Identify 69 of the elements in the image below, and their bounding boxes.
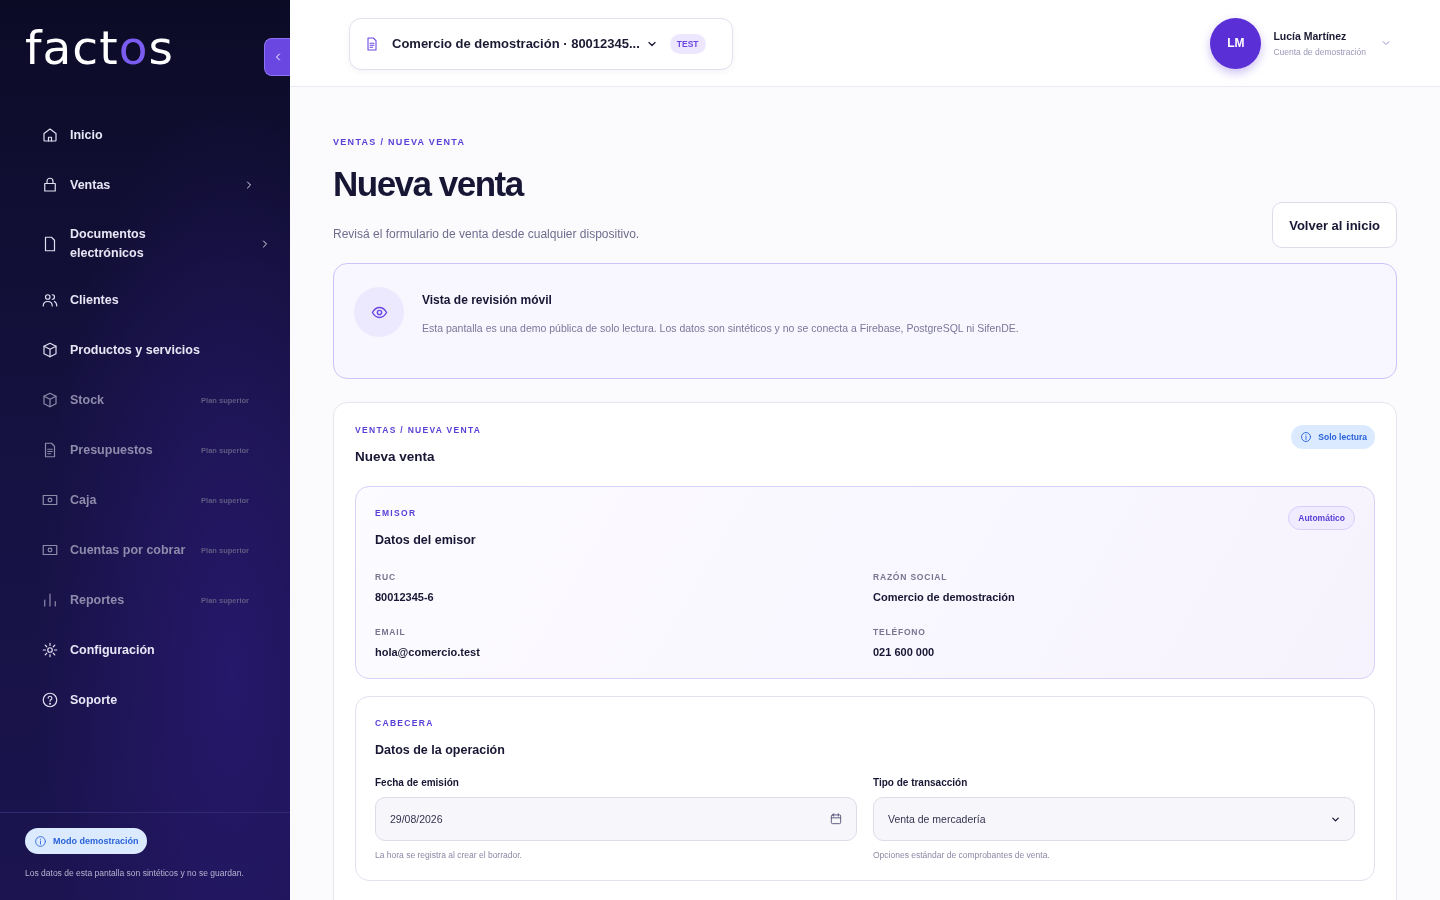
page-subtitle: Revisá el formulario de venta desde cualquier dispositivo. [333, 227, 640, 241]
sidebar-item-label: Caja [70, 491, 97, 509]
sidebar-item-label: Soporte [70, 691, 118, 709]
sidebar-item[interactable]: Soporte [41, 675, 271, 725]
field-value: Comercio de demostración [873, 591, 1016, 603]
section-title: Datos del emisor [375, 533, 476, 547]
sidebar-item-label: Reportes [70, 591, 125, 609]
sidebar-item[interactable]: Documentos electrónicos [41, 210, 271, 278]
section-title: Datos de la operación [375, 743, 505, 757]
sidebar-item-label: Stock [70, 391, 105, 409]
collapse-button[interactable] [264, 38, 290, 76]
sidebar-item-label: Cuentas por cobrar [70, 541, 186, 559]
document-icon [364, 35, 380, 52]
auto-badge: Automático [1288, 506, 1355, 530]
logo: factos [25, 26, 174, 70]
field-value: 80012345-6 [375, 591, 435, 603]
field-label: EMAIL [375, 627, 407, 637]
field-label: RUC [375, 572, 397, 582]
sidebar-item[interactable]: Clientes [41, 275, 271, 325]
company-selector[interactable]: Comercio de demostración · 80012345... TEST [349, 17, 733, 70]
avatar[interactable]: LM [1210, 17, 1262, 69]
sidebar-item-label: Ventas [70, 176, 111, 194]
box-icon [41, 391, 59, 409]
date-field[interactable]: 29/08/2026 [375, 797, 857, 841]
sidebar-item[interactable]: Productos y servicios [41, 325, 271, 375]
read-only-label: Solo lectura [1318, 432, 1367, 442]
field-label: TELÉFONO [873, 627, 927, 637]
breadcrumb: VENTAS / NUEVA VENTA [355, 425, 482, 435]
sidebar-item[interactable]: Inicio [41, 110, 271, 160]
sidebar-item-label: Presupuestos [70, 441, 153, 459]
notice-text: Esta pantalla es una demo pública de solo lectura. Los datos son sintéticos y no se conecta a Firebase, PostgreSQL ni SifenDE. [422, 322, 1019, 334]
demo-note: Los datos de esta pantalla son sintéticos y no se guardan. [25, 868, 245, 878]
account-type: Cuenta de demostración [1273, 46, 1366, 57]
sidebar-item[interactable]: Configuración [41, 625, 271, 675]
home-icon [41, 126, 59, 144]
back-button[interactable]: Volver al inicio [1272, 202, 1397, 248]
field-label: RAZÓN SOCIAL [873, 572, 949, 582]
notice-title: Vista de revisión móvil [422, 293, 553, 307]
sidebar-item-label: Inicio [70, 126, 103, 144]
users-icon [41, 291, 59, 309]
company-name: Comercio de demostración · 80012345... [392, 36, 640, 51]
sidebar-item-label: Productos y servicios [70, 341, 200, 359]
test-badge: TEST [669, 33, 706, 54]
sidebar-item[interactable]: Ventas [41, 160, 271, 210]
info-icon [1300, 431, 1313, 443]
field-value: hola@comercio.test [375, 646, 481, 658]
sidebar-item-label: Clientes [70, 291, 119, 309]
input-hint: La hora se registra al crear el borrador. [375, 850, 523, 860]
bar-chart-icon [41, 591, 59, 609]
calendar-icon [829, 812, 843, 826]
field-value: 021 600 000 [873, 646, 936, 658]
section-eyebrow: CABECERA [375, 718, 435, 728]
settings-icon [41, 641, 59, 659]
user-name: Lucía Martínez [1273, 29, 1348, 42]
demo-mode-label: Modo demostración [53, 836, 139, 846]
input-label: Fecha de emisión [375, 777, 460, 788]
box-icon [41, 341, 59, 359]
input-label: Tipo de transacción [873, 777, 969, 788]
section-eyebrow: EMISOR [375, 508, 418, 518]
sidebar-item-label: Documentos electrónicos [70, 226, 147, 262]
input-hint: Opciones estándar de comprobantes de venta. [873, 850, 1051, 860]
info-icon [34, 834, 47, 848]
sidebar-item-label: Configuración [70, 641, 155, 659]
breadcrumb: VENTAS / NUEVA VENTA [333, 137, 467, 147]
form-title: Nueva venta [355, 449, 436, 464]
select-field[interactable]: Venta de mercadería [873, 797, 1355, 841]
help-icon [41, 691, 59, 709]
bag-icon [41, 176, 59, 194]
page-title: Nueva venta [333, 164, 525, 204]
